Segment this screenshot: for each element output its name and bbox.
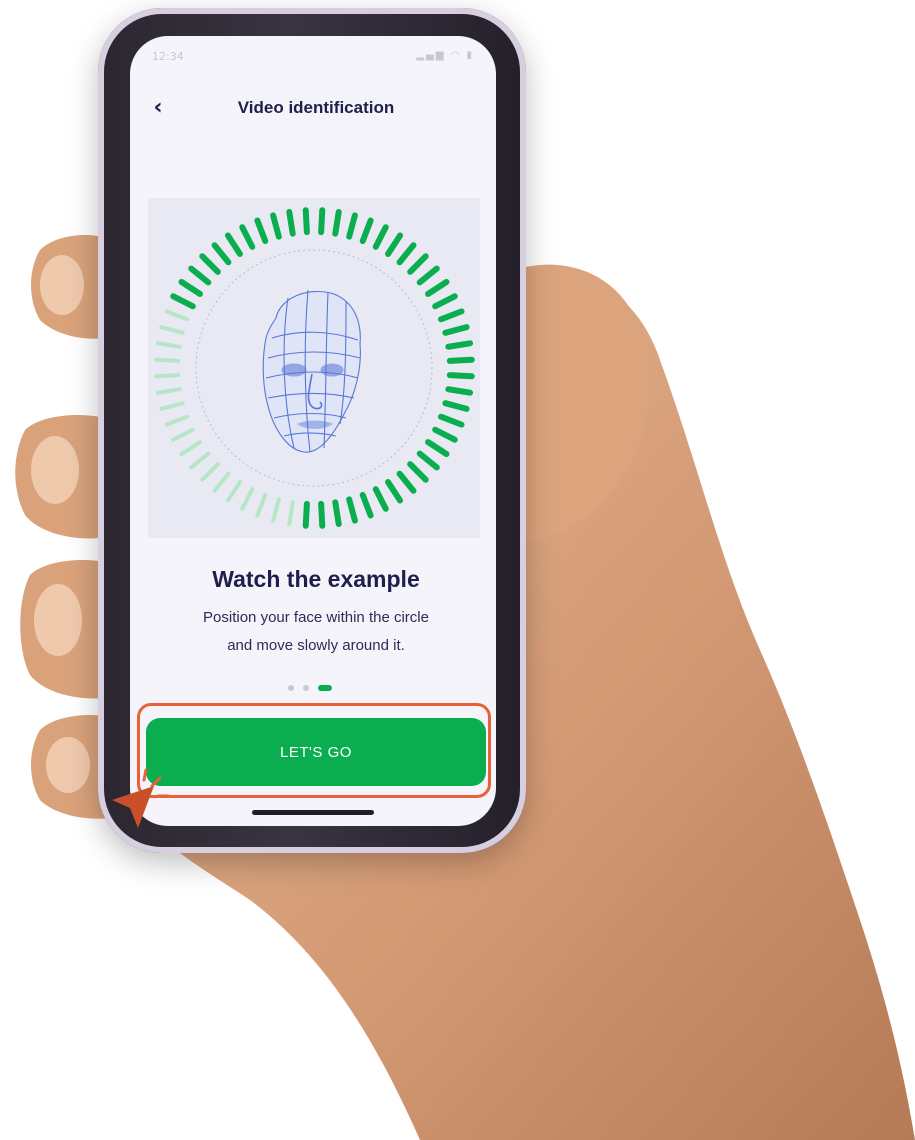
progress-tick	[437, 413, 465, 428]
progress-tick	[302, 207, 310, 236]
progress-tick	[255, 492, 268, 518]
progress-tick	[239, 224, 256, 250]
progress-tick	[154, 373, 181, 379]
status-time: 12:34	[152, 50, 184, 63]
progress-tick	[446, 372, 475, 380]
progress-tick	[178, 278, 203, 297]
progress-tick	[170, 293, 196, 310]
progress-tick	[396, 242, 417, 266]
progress-tick	[154, 357, 181, 363]
face-scan-illustration	[148, 198, 480, 538]
progress-tick	[199, 253, 221, 275]
progress-tick	[179, 440, 202, 457]
page-indicator	[288, 684, 332, 692]
progress-tick	[240, 487, 255, 511]
page-dot	[303, 685, 309, 691]
progress-tick	[318, 207, 326, 236]
progress-tick	[212, 471, 231, 493]
progress-tick	[385, 232, 404, 257]
progress-tick	[416, 450, 440, 471]
progress-tick	[189, 451, 211, 470]
progress-tick	[302, 500, 310, 529]
click-cursor-icon	[112, 768, 170, 828]
page-dot	[318, 685, 332, 691]
progress-tick	[372, 486, 389, 512]
progress-tick	[396, 470, 417, 494]
home-indicator	[252, 810, 374, 815]
progress-tick	[332, 208, 342, 237]
progress-tick	[286, 208, 296, 237]
page-dot	[288, 685, 294, 691]
progress-tick	[164, 309, 190, 322]
page-title: Video identification	[237, 98, 395, 117]
face-scan-icon	[154, 207, 475, 529]
progress-tick	[287, 500, 295, 527]
progress-tick	[372, 224, 389, 250]
face-mesh	[262, 289, 361, 453]
progress-tick	[271, 497, 281, 523]
progress-tick	[164, 414, 190, 427]
progress-tick	[385, 479, 404, 504]
progress-tick	[155, 341, 182, 349]
progress-tick	[425, 439, 450, 458]
progress-tick	[432, 293, 458, 310]
progress-tick	[332, 499, 342, 528]
instruction-line-1: Position your face within the circle	[203, 609, 429, 626]
progress-tick	[416, 265, 440, 286]
progress-tick	[159, 401, 185, 411]
progress-tick	[346, 496, 358, 524]
progress-tick	[446, 356, 475, 364]
progress-tick	[254, 217, 269, 245]
nav-bar: ‹ Video identification	[130, 88, 496, 128]
progress-tick	[442, 324, 470, 336]
progress-tick	[211, 242, 232, 266]
progress-tick	[225, 480, 242, 503]
instruction-text: Position your face within the circle and…	[150, 604, 482, 660]
progress-tick	[437, 308, 465, 323]
progress-tick	[155, 387, 182, 395]
progress-tick	[188, 265, 212, 286]
progress-tick	[200, 462, 220, 482]
status-bar: 12:34 ▂▄▆ ◠ ▮	[130, 36, 496, 76]
progress-tick	[346, 212, 358, 240]
progress-tick	[171, 427, 195, 442]
progress-tick	[407, 253, 429, 275]
progress-tick	[425, 278, 450, 297]
progress-tick	[359, 491, 374, 519]
progress-tick	[359, 217, 374, 245]
progress-tick	[318, 500, 326, 529]
progress-tick	[407, 461, 429, 483]
status-icons: ▂▄▆ ◠ ▮	[416, 50, 474, 61]
progress-tick	[159, 325, 185, 335]
heading: Watch the example	[212, 566, 420, 592]
scene: 12:34 ▂▄▆ ◠ ▮ ‹ Video identification Wat…	[0, 0, 915, 1140]
instruction-line-2: and move slowly around it.	[227, 637, 405, 654]
progress-tick	[445, 386, 474, 396]
progress-tick	[445, 340, 474, 350]
progress-tick	[432, 426, 458, 443]
progress-tick	[270, 212, 282, 240]
phone-screen: 12:34 ▂▄▆ ◠ ▮ ‹ Video identification Wat…	[130, 36, 496, 826]
progress-tick	[224, 232, 243, 257]
lets-go-button[interactable]: LET'S GO	[146, 718, 486, 786]
progress-tick	[442, 400, 470, 412]
